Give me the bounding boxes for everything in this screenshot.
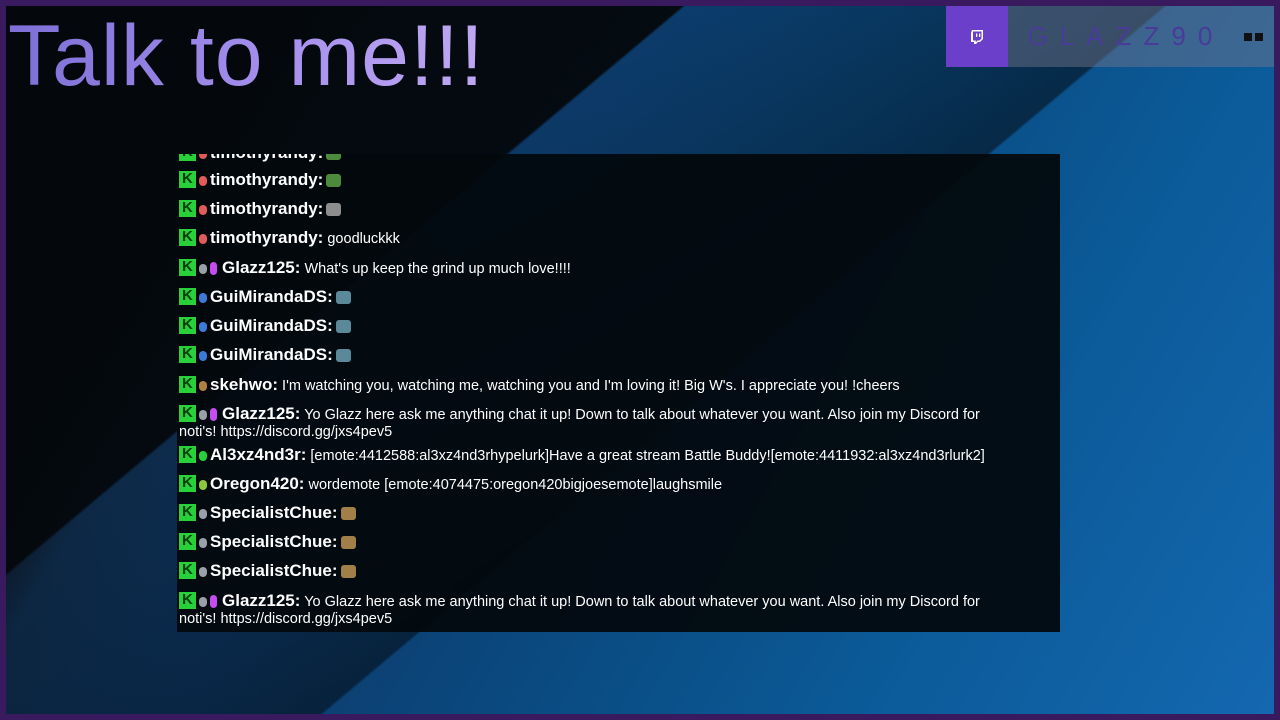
user-badge-icon bbox=[199, 205, 207, 215]
chat-message: GuiMirandaDS: bbox=[179, 345, 1048, 365]
broadcaster-mic-icon bbox=[210, 262, 217, 275]
chat-text: I'm watching you, watching me, watching … bbox=[278, 378, 900, 394]
chat-username: Glazz125: bbox=[222, 591, 301, 610]
chat-message: timothyrandy: goodluckkk bbox=[179, 228, 1048, 248]
chat-message: GuiMirandaDS: bbox=[179, 287, 1048, 307]
user-badge-icon bbox=[199, 351, 207, 361]
kick-badge-icon bbox=[179, 258, 196, 276]
kick-badge-icon bbox=[179, 591, 196, 609]
chat-username: Oregon420: bbox=[210, 474, 305, 493]
chat-message: Glazz125: Yo Glazz here ask me anything … bbox=[179, 404, 1048, 441]
chat-username: GuiMirandaDS: bbox=[210, 287, 333, 306]
user-badge-icon bbox=[199, 322, 207, 332]
user-badge-icon bbox=[199, 567, 207, 577]
chat-text: [emote:4412588:al3xz4nd3rhypelurk]Have a… bbox=[306, 448, 985, 464]
kick-badge-icon bbox=[179, 316, 196, 334]
chat-message: timothyrandy: bbox=[179, 199, 1048, 219]
user-badge-icon bbox=[199, 176, 207, 186]
user-badge-icon bbox=[199, 264, 207, 274]
chat-username: Glazz125: bbox=[222, 258, 301, 277]
chat-emote-icon bbox=[335, 291, 351, 304]
chat-message: Glazz125: Yo Glazz here ask me anything … bbox=[179, 591, 1048, 628]
chat-text-continued: noti's! https://discord.gg/jxs4pev5 bbox=[179, 611, 393, 627]
chat-username: skehwo: bbox=[210, 375, 279, 394]
chat-username: timothyrandy: bbox=[210, 154, 323, 162]
chat-emote-icon bbox=[326, 174, 342, 187]
chat-message: timothyrandy: bbox=[179, 154, 1048, 163]
kick-badge-icon bbox=[179, 503, 196, 521]
chat-message: skehwo: I'm watching you, watching me, w… bbox=[179, 375, 1048, 395]
overlay-title: Talk to me!!! bbox=[8, 8, 485, 104]
user-badge-icon bbox=[199, 154, 207, 159]
user-badge-icon bbox=[199, 597, 207, 607]
kick-badge-icon bbox=[179, 228, 196, 246]
user-badge-icon bbox=[199, 451, 207, 461]
kick-badge-icon bbox=[179, 532, 196, 550]
brand-dots-icon bbox=[1244, 6, 1274, 67]
chat-username: SpecialistChue: bbox=[210, 503, 338, 522]
chat-text: wordemote [emote:4074475:oregon420bigjoe… bbox=[304, 477, 723, 493]
chat-username: SpecialistChue: bbox=[210, 561, 338, 580]
user-badge-icon bbox=[199, 538, 207, 548]
chat-panel: timothyrandy:timothyrandy:timothyrandy:t… bbox=[177, 154, 1060, 632]
chat-text: goodluckkk bbox=[323, 231, 400, 247]
chat-text: Yo Glazz here ask me anything chat it up… bbox=[300, 594, 980, 610]
chat-username: GuiMirandaDS: bbox=[210, 316, 333, 335]
user-badge-icon bbox=[199, 293, 207, 303]
chat-message: SpecialistChue: bbox=[179, 503, 1048, 523]
chat-emote-icon bbox=[340, 565, 356, 578]
chat-message: Oregon420: wordemote [emote:4074475:oreg… bbox=[179, 474, 1048, 494]
kick-badge-icon bbox=[179, 375, 196, 393]
user-badge-icon bbox=[199, 381, 207, 391]
brand-name: GLAZZ90 bbox=[1027, 21, 1225, 51]
chat-emote-icon bbox=[326, 154, 342, 160]
user-badge-icon bbox=[199, 410, 207, 420]
chat-username: Al3xz4nd3r: bbox=[210, 445, 307, 464]
brand-panel: GLAZZ90 bbox=[946, 6, 1274, 67]
kick-badge-icon bbox=[179, 404, 196, 422]
chat-username: GuiMirandaDS: bbox=[210, 345, 333, 364]
kick-badge-icon bbox=[179, 561, 196, 579]
chat-username: timothyrandy: bbox=[210, 199, 324, 218]
chat-emote-icon bbox=[340, 536, 356, 549]
kick-badge-icon bbox=[179, 170, 196, 188]
kick-badge-icon bbox=[179, 154, 196, 161]
chat-message: GuiMirandaDS: bbox=[179, 316, 1048, 336]
broadcaster-mic-icon bbox=[210, 595, 217, 608]
chat-username: Glazz125: bbox=[222, 404, 301, 423]
user-badge-icon bbox=[199, 480, 207, 490]
chat-message: SpecialistChue: bbox=[179, 532, 1048, 552]
chat-username: SpecialistChue: bbox=[210, 532, 338, 551]
chat-message: Glazz125: What's up keep the grind up mu… bbox=[179, 258, 1048, 278]
chat-emote-icon bbox=[335, 349, 351, 362]
kick-badge-icon bbox=[179, 199, 196, 217]
chat-text: Yo Glazz here ask me anything chat it up… bbox=[300, 407, 980, 423]
chat-username: timothyrandy: bbox=[210, 170, 324, 189]
chat-emote-icon bbox=[326, 203, 342, 216]
chat-username: timothyrandy: bbox=[210, 228, 324, 247]
twitch-logo-icon bbox=[946, 6, 1008, 67]
kick-badge-icon bbox=[179, 287, 196, 305]
chat-text-continued: noti's! https://discord.gg/jxs4pev5 bbox=[179, 424, 393, 440]
user-badge-icon bbox=[199, 509, 207, 519]
chat-text: What's up keep the grind up much love!!!… bbox=[300, 261, 571, 277]
broadcaster-mic-icon bbox=[210, 408, 217, 421]
kick-badge-icon bbox=[179, 345, 196, 363]
kick-badge-icon bbox=[179, 474, 196, 492]
chat-emote-icon bbox=[335, 320, 351, 333]
chat-emote-icon bbox=[340, 507, 356, 520]
chat-message: Al3xz4nd3r: [emote:4412588:al3xz4nd3rhyp… bbox=[179, 445, 1048, 465]
kick-badge-icon bbox=[179, 445, 196, 463]
stream-overlay: Talk to me!!! GLAZZ90 timothyrandy:timot… bbox=[6, 6, 1274, 714]
chat-message: timothyrandy: bbox=[179, 170, 1048, 190]
chat-message: SpecialistChue: bbox=[179, 561, 1048, 581]
user-badge-icon bbox=[199, 234, 207, 244]
